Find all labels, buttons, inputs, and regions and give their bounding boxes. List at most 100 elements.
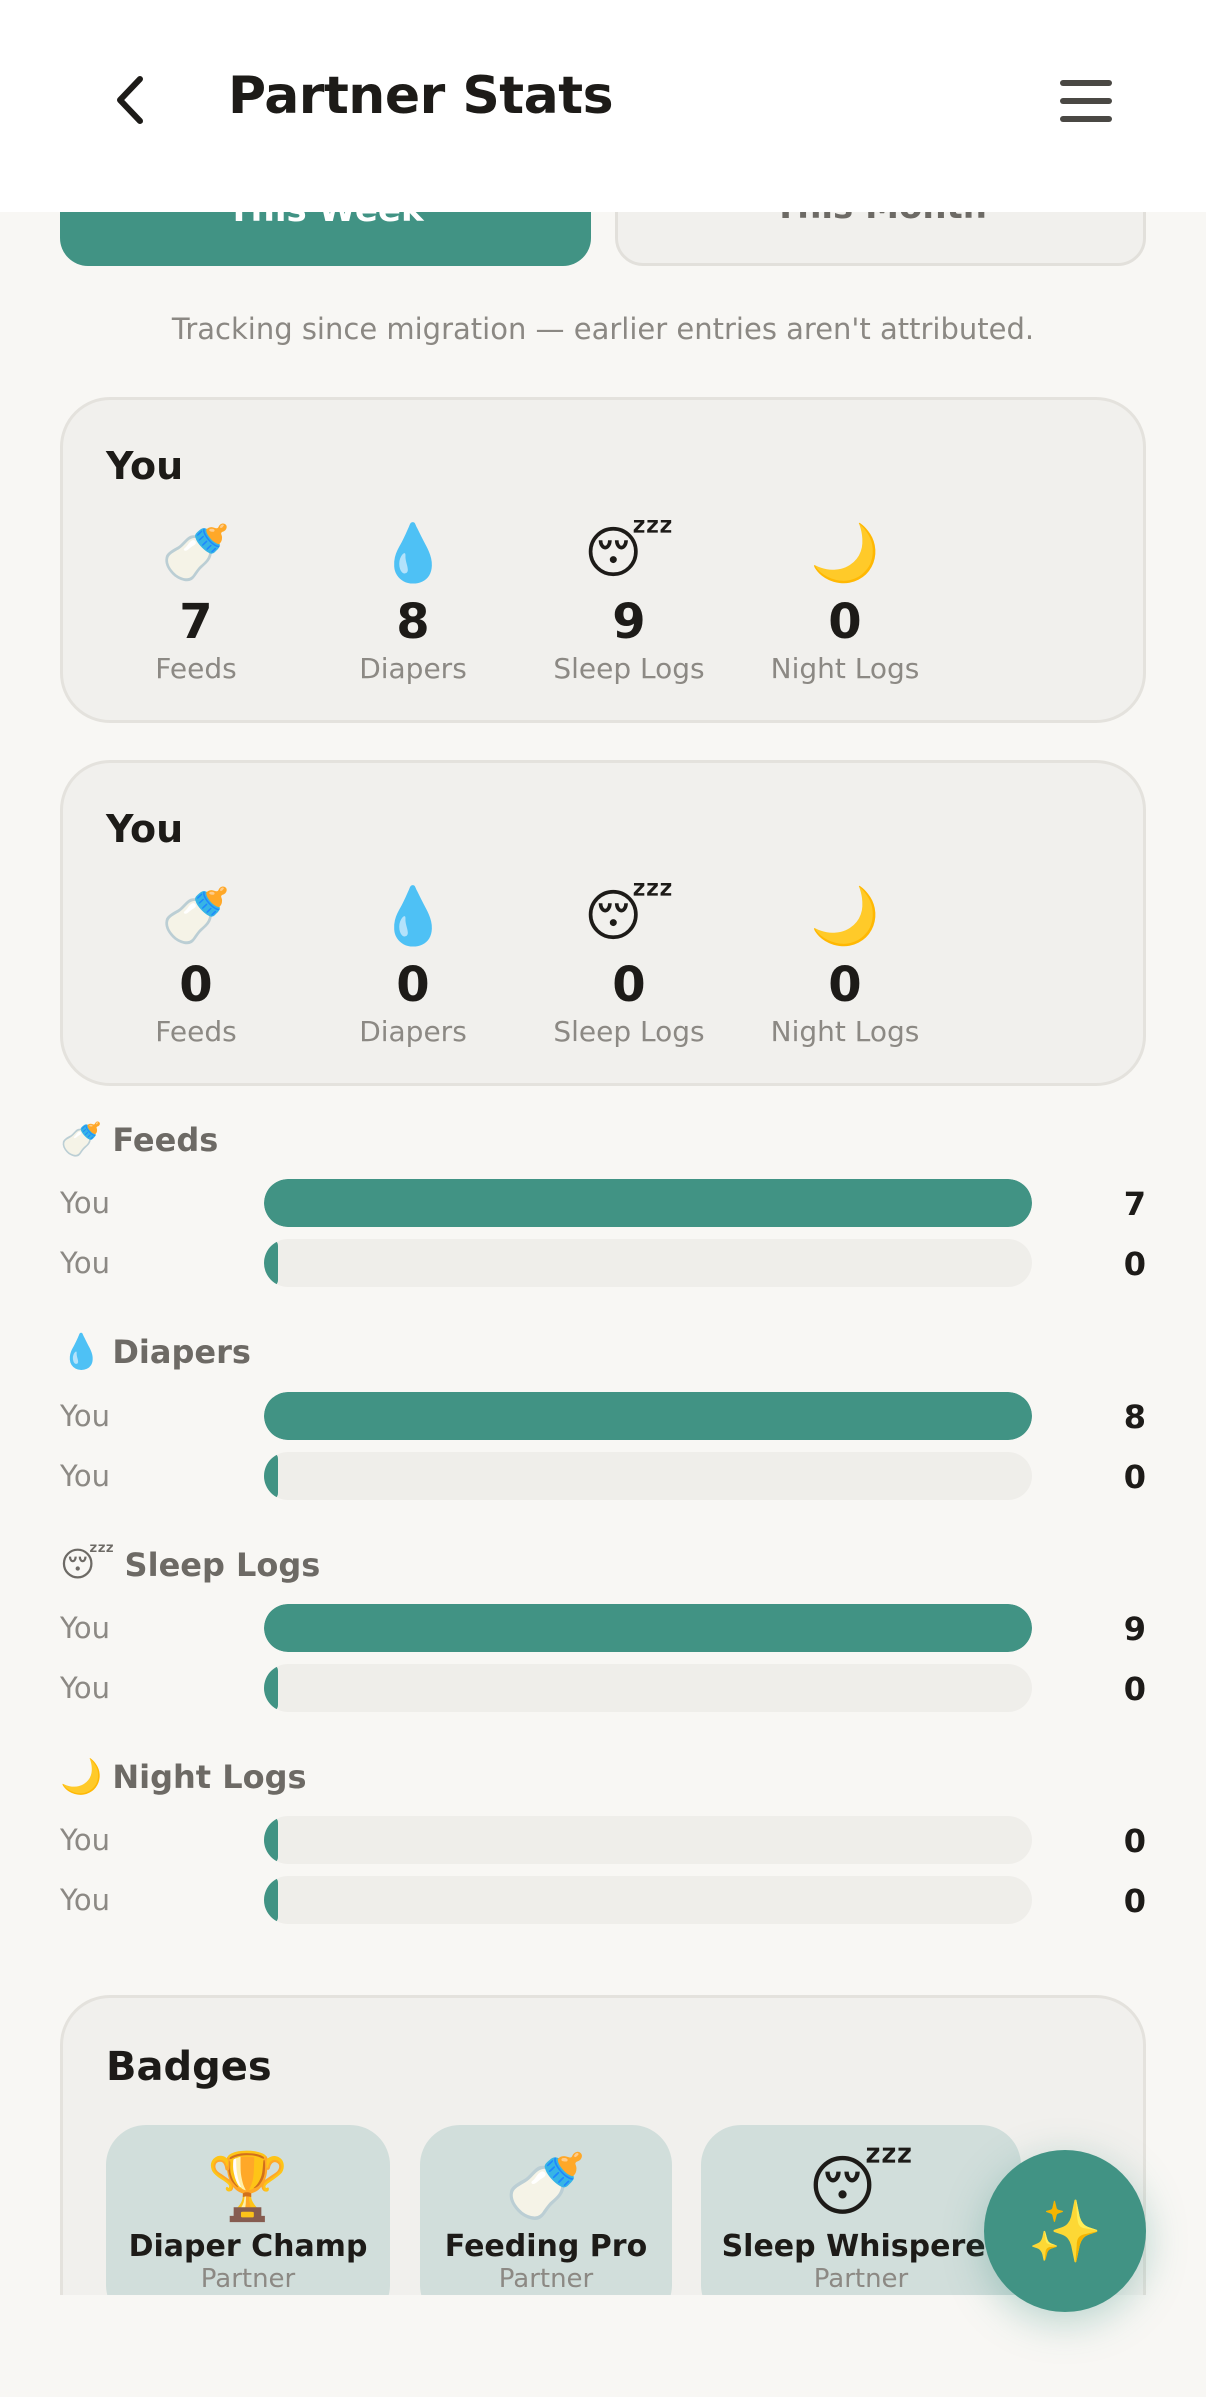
- stat-diapers: 💧 0 Diapers: [313, 881, 513, 1048]
- sparkles-icon: ✨: [1027, 2196, 1103, 2267]
- badge-name: Diaper Champ: [128, 2229, 368, 2264]
- badges-card: Badges 🏆 Diaper Champ Partner 🍼 Feeding …: [60, 1995, 1146, 2295]
- badge-name: Feeding Pro: [444, 2229, 648, 2264]
- progress-fill: [264, 1664, 278, 1712]
- badges-title: Badges: [106, 2044, 272, 2090]
- stat-label: Sleep Logs: [553, 652, 705, 685]
- back-button[interactable]: [100, 70, 160, 130]
- comparison-night-heading: 🌙 Night Logs: [60, 1757, 307, 1797]
- stat-label: Feeds: [155, 1015, 237, 1048]
- comparison-diapers-heading: 💧 Diapers: [60, 1332, 251, 1372]
- badge-name: Sleep Whisperer: [721, 2229, 1001, 2264]
- crescent-moon-icon: 🌙: [810, 884, 880, 949]
- progress-track: [264, 1876, 1032, 1924]
- stat-label: Night Logs: [770, 652, 920, 685]
- sparkles-fab-button[interactable]: ✨: [984, 2150, 1146, 2312]
- progress-fill: [264, 1452, 278, 1500]
- progress-track: [264, 1816, 1032, 1864]
- page-title: Partner Stats: [228, 66, 614, 126]
- progress-fill: [264, 1604, 1032, 1652]
- row-label: You: [60, 1611, 110, 1645]
- badge-subtitle: Partner: [200, 2264, 296, 2294]
- stat-value: 0: [179, 957, 213, 1013]
- stat-night-logs: 🌙 0 Night Logs: [745, 881, 945, 1048]
- stat-value: 8: [396, 594, 430, 650]
- section-title: Feeds: [112, 1121, 219, 1159]
- comparison-feeds-heading: 🍼 Feeds: [60, 1120, 218, 1160]
- card-title: You: [106, 444, 184, 488]
- badge-subtitle: Partner: [813, 2264, 909, 2294]
- crescent-moon-icon: 🌙: [810, 521, 880, 586]
- stat-label: Feeds: [155, 652, 237, 685]
- tracking-notice: Tracking since migration — earlier entri…: [171, 312, 1035, 346]
- stat-value: 0: [828, 957, 862, 1013]
- progress-fill: [264, 1816, 278, 1864]
- section-title: Night Logs: [112, 1758, 307, 1796]
- stat-value: 9: [612, 594, 646, 650]
- droplet-icon: 💧: [378, 884, 448, 949]
- trophy-icon: 🏆: [206, 2148, 290, 2225]
- stat-label: Night Logs: [770, 1015, 920, 1048]
- badge-diaper-champ[interactable]: 🏆 Diaper Champ Partner: [106, 2125, 390, 2295]
- comparison-sleep-heading: 😴 Sleep Logs: [60, 1545, 320, 1585]
- progress-fill: [264, 1179, 1032, 1227]
- progress-track: [264, 1239, 1032, 1287]
- progress-track: [264, 1452, 1032, 1500]
- progress-fill: [264, 1876, 278, 1924]
- row-value: 0: [1123, 1670, 1146, 1708]
- baby-bottle-icon: 🍼: [504, 2148, 588, 2225]
- row-value: 0: [1123, 1245, 1146, 1283]
- stat-card-you: You 🍼 7 Feeds 💧 8 Diapers 😴 9 Sleep Logs…: [60, 397, 1146, 723]
- row-label: You: [60, 1246, 110, 1280]
- stat-feeds: 🍼 7 Feeds: [96, 518, 296, 685]
- row-label: You: [60, 1671, 110, 1705]
- row-value: 9: [1123, 1610, 1146, 1648]
- row-value: 0: [1123, 1822, 1146, 1860]
- stat-label: Diapers: [359, 1015, 467, 1048]
- app-header: Partner Stats: [0, 0, 1206, 212]
- baby-bottle-icon: 🍼: [60, 1120, 103, 1160]
- baby-bottle-icon: 🍼: [161, 884, 231, 949]
- menu-button[interactable]: [1056, 74, 1116, 128]
- sleeping-face-icon: 😴: [808, 2148, 914, 2225]
- sleeping-face-icon: 😴: [60, 1545, 115, 1585]
- sleeping-face-icon: 😴: [584, 884, 674, 949]
- progress-fill: [264, 1239, 278, 1287]
- badge-subtitle: Partner: [498, 2264, 594, 2294]
- stat-sleep-logs: 😴 0 Sleep Logs: [529, 881, 729, 1048]
- row-label: You: [60, 1459, 110, 1493]
- row-label: You: [60, 1823, 110, 1857]
- section-title: Diapers: [112, 1333, 251, 1371]
- row-value: 0: [1123, 1458, 1146, 1496]
- chevron-left-icon: [117, 76, 143, 124]
- row-label: You: [60, 1399, 110, 1433]
- stat-night-logs: 🌙 0 Night Logs: [745, 518, 945, 685]
- badge-feeding-pro[interactable]: 🍼 Feeding Pro Partner: [420, 2125, 672, 2295]
- stat-value: 0: [396, 957, 430, 1013]
- droplet-icon: 💧: [60, 1332, 103, 1372]
- row-label: You: [60, 1186, 110, 1220]
- progress-track: [264, 1392, 1032, 1440]
- sleeping-face-icon: 😴: [584, 521, 674, 586]
- row-value: 0: [1123, 1882, 1146, 1920]
- stat-value: 7: [179, 594, 213, 650]
- card-title: You: [106, 807, 184, 851]
- hamburger-menu-icon: [1060, 80, 1112, 86]
- stat-diapers: 💧 8 Diapers: [313, 518, 513, 685]
- row-value: 7: [1123, 1185, 1146, 1223]
- crescent-moon-icon: 🌙: [60, 1757, 103, 1797]
- badge-sleep-whisperer[interactable]: 😴 Sleep Whisperer Partner: [701, 2125, 1021, 2295]
- progress-track: [264, 1664, 1032, 1712]
- stat-label: Sleep Logs: [553, 1015, 705, 1048]
- progress-track: [264, 1604, 1032, 1652]
- stat-card-partner: You 🍼 0 Feeds 💧 0 Diapers 😴 0 Sleep Logs…: [60, 760, 1146, 1086]
- stat-value: 0: [612, 957, 646, 1013]
- stat-value: 0: [828, 594, 862, 650]
- stat-feeds: 🍼 0 Feeds: [96, 881, 296, 1048]
- baby-bottle-icon: 🍼: [161, 521, 231, 586]
- row-value: 8: [1123, 1398, 1146, 1436]
- progress-fill: [264, 1392, 1032, 1440]
- droplet-icon: 💧: [378, 521, 448, 586]
- section-title: Sleep Logs: [124, 1546, 321, 1584]
- row-label: You: [60, 1883, 110, 1917]
